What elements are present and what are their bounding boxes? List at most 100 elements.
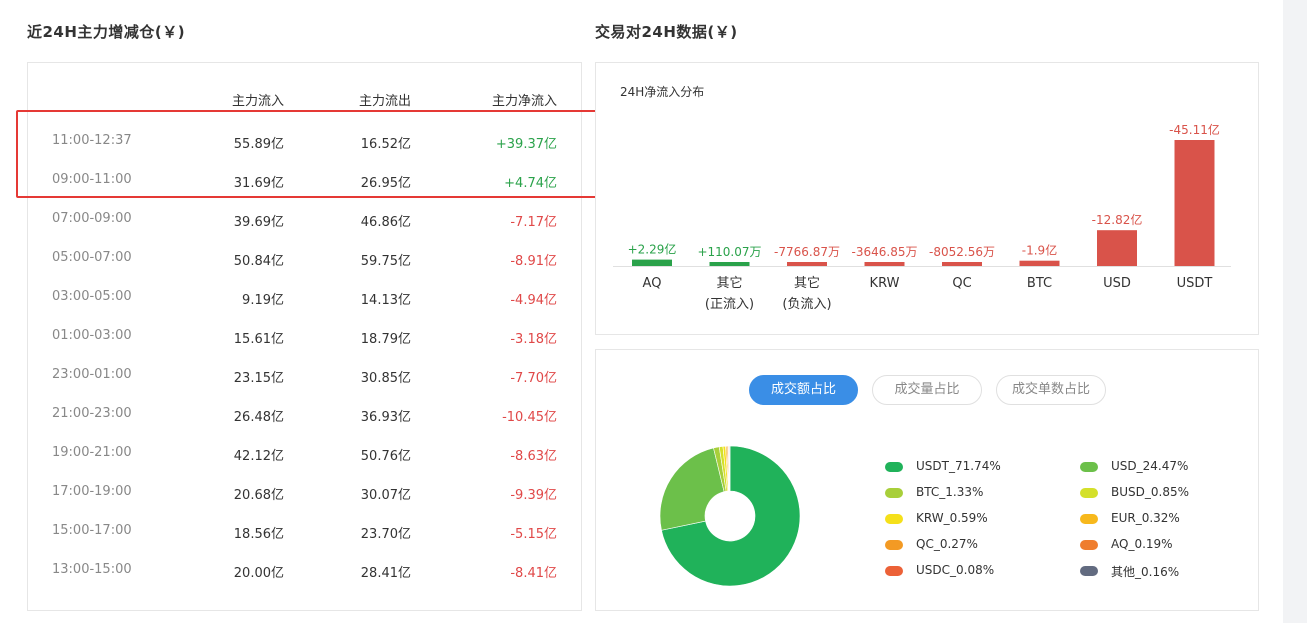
row-time: 05:00-07:00	[52, 250, 132, 265]
row-inflow: 9.19亿	[242, 293, 284, 308]
category-tick-label: (正流入)	[705, 297, 754, 312]
row-net-inflow: -5.15亿	[510, 527, 557, 542]
legend-swatch	[1080, 566, 1098, 576]
net-inflow-distribution-panel: 24H净流入分布 +2.29亿 AQ +110.07万 其它 (正流入) -7766.87…	[595, 62, 1259, 335]
row-net-inflow: -8.91亿	[510, 254, 557, 269]
bar-value-label: -7766.87万	[774, 245, 840, 259]
bar-value-label: -8052.56万	[929, 245, 995, 259]
legend-label: USDT_71.74%	[916, 459, 1001, 473]
legend-swatch	[885, 514, 903, 524]
donut-slice[interactable]	[728, 445, 731, 492]
donut-slice[interactable]	[659, 447, 725, 531]
table-row: 21:00-23:00 26.48亿 36.93亿 -10.45亿	[28, 396, 581, 435]
page-side-gutter	[1283, 0, 1307, 623]
pair-24h-section-title: 交易对24H数据(￥)	[595, 23, 738, 41]
row-inflow: 39.69亿	[233, 215, 284, 230]
table-row: 17:00-19:00 20.68亿 30.07亿 -9.39亿	[28, 474, 581, 513]
legend-label: BTC_1.33%	[916, 485, 984, 499]
legend-swatch	[1080, 462, 1098, 472]
legend-swatch	[885, 566, 903, 576]
header-outflow: 主力流出	[358, 94, 411, 109]
row-net-inflow: -7.17亿	[510, 215, 557, 230]
distribution-bar[interactable]	[632, 259, 672, 266]
row-outflow: 46.86亿	[360, 215, 411, 230]
distribution-bar[interactable]	[1019, 260, 1060, 266]
row-inflow: 20.68亿	[233, 488, 284, 503]
distribution-bar-chart: +2.29亿 AQ +110.07万其它 (正流入) -7766.87万其它 (负流入) -…	[613, 122, 1231, 312]
legend-label: USDC_0.08%	[916, 563, 995, 577]
row-time: 01:00-03:00	[52, 328, 132, 343]
legend-swatch	[1080, 514, 1098, 524]
row-net-inflow: -10.45亿	[502, 410, 557, 425]
row-net-inflow: -9.39亿	[510, 488, 557, 503]
row-outflow: 18.79亿	[360, 332, 411, 347]
category-tick-label: BTC	[1027, 276, 1052, 291]
row-time: 21:00-23:00	[52, 406, 132, 421]
category-tick-label: QC	[952, 276, 971, 291]
bar-value-label: +2.29亿	[628, 242, 677, 257]
trade-ratio-panel: 成交额占比 成交量占比 成交单数占比 USDT_71.74% USD_24.47%…	[595, 349, 1259, 611]
row-net-inflow: -8.41亿	[510, 566, 557, 581]
distribution-bar[interactable]	[709, 262, 750, 266]
category-tick-label: USD	[1103, 276, 1131, 291]
header-net-inflow: 主力净流入	[491, 94, 557, 109]
legend-swatch	[1080, 540, 1098, 550]
table-row: 05:00-07:00 50.84亿 59.75亿 -8.91亿	[28, 240, 581, 279]
row-inflow: 23.15亿	[233, 371, 284, 386]
row-inflow: 50.84亿	[233, 254, 284, 269]
row-time: 07:00-09:00	[52, 211, 132, 226]
category-tick-label: KRW	[870, 276, 900, 291]
table-row: 23:00-01:00 23.15亿 30.85亿 -7.70亿	[28, 357, 581, 396]
main-inflow-section-title: 近24H主力增减仓(￥)	[27, 23, 186, 41]
distribution-bar[interactable]	[1097, 230, 1137, 266]
category-tick-label: USDT	[1177, 276, 1213, 291]
row-time: 15:00-17:00	[52, 523, 132, 538]
distribution-bar[interactable]	[942, 262, 982, 266]
legend-label: 其他_0.16%	[1111, 565, 1180, 579]
row-outflow: 50.76亿	[360, 449, 411, 464]
tab-turnover-ratio[interactable]: 成交额占比	[749, 375, 858, 405]
row-time: 17:00-19:00	[52, 484, 132, 499]
tab-order-count-ratio[interactable]: 成交单数占比	[996, 375, 1106, 405]
bar-value-label: -45.11亿	[1169, 122, 1220, 137]
legend-label: USD_24.47%	[1111, 459, 1189, 473]
bar-value-label: -3646.85万	[852, 245, 918, 259]
legend-swatch	[885, 540, 903, 550]
legend-swatch	[885, 462, 903, 472]
row-net-inflow: -8.63亿	[510, 449, 557, 464]
bar-value-label: -12.82亿	[1092, 212, 1143, 227]
distribution-bar[interactable]	[787, 262, 827, 266]
row-outflow: 59.75亿	[360, 254, 411, 269]
bar-value-label: -1.9亿	[1022, 243, 1057, 258]
bar-value-label: +110.07万	[697, 245, 761, 259]
row-inflow: 15.61亿	[233, 332, 284, 347]
table-row: 07:00-09:00 39.69亿 46.86亿 -7.17亿	[28, 201, 581, 240]
row-inflow: 42.12亿	[233, 449, 284, 464]
row-inflow: 26.48亿	[233, 410, 284, 425]
row-outflow: 30.85亿	[360, 371, 411, 386]
row-time: 13:00-15:00	[52, 562, 132, 577]
row-outflow: 30.07亿	[360, 488, 411, 503]
legend-swatch	[885, 488, 903, 498]
row-inflow: 18.56亿	[233, 527, 284, 542]
ratio-donut-chart	[659, 445, 801, 587]
category-tick-label: (负流入)	[782, 297, 831, 312]
legend-label: BUSD_0.85%	[1111, 485, 1189, 499]
header-inflow: 主力流入	[231, 94, 284, 109]
table-row: 13:00-15:00 20.00亿 28.41亿 -8.41亿	[28, 552, 581, 591]
legend-label: KRW_0.59%	[916, 511, 988, 525]
table-row: 19:00-21:00 42.12亿 50.76亿 -8.63亿	[28, 435, 581, 474]
row-inflow: 20.00亿	[233, 566, 284, 581]
row-outflow: 36.93亿	[360, 410, 411, 425]
legend-label: QC_0.27%	[916, 537, 978, 551]
row-time: 19:00-21:00	[52, 445, 132, 460]
table-row: 03:00-05:00 9.19亿 14.13亿 -4.94亿	[28, 279, 581, 318]
distribution-bar[interactable]	[1174, 140, 1215, 266]
row-outflow: 23.70亿	[360, 527, 411, 542]
tab-volume-ratio[interactable]: 成交量占比	[872, 375, 982, 405]
row-net-inflow: -4.94亿	[510, 293, 557, 308]
row-net-inflow: -7.70亿	[510, 371, 557, 386]
table-row: 01:00-03:00 15.61亿 18.79亿 -3.18亿	[28, 318, 581, 357]
highlight-annotation-box	[16, 110, 600, 198]
distribution-bar[interactable]	[864, 262, 905, 266]
